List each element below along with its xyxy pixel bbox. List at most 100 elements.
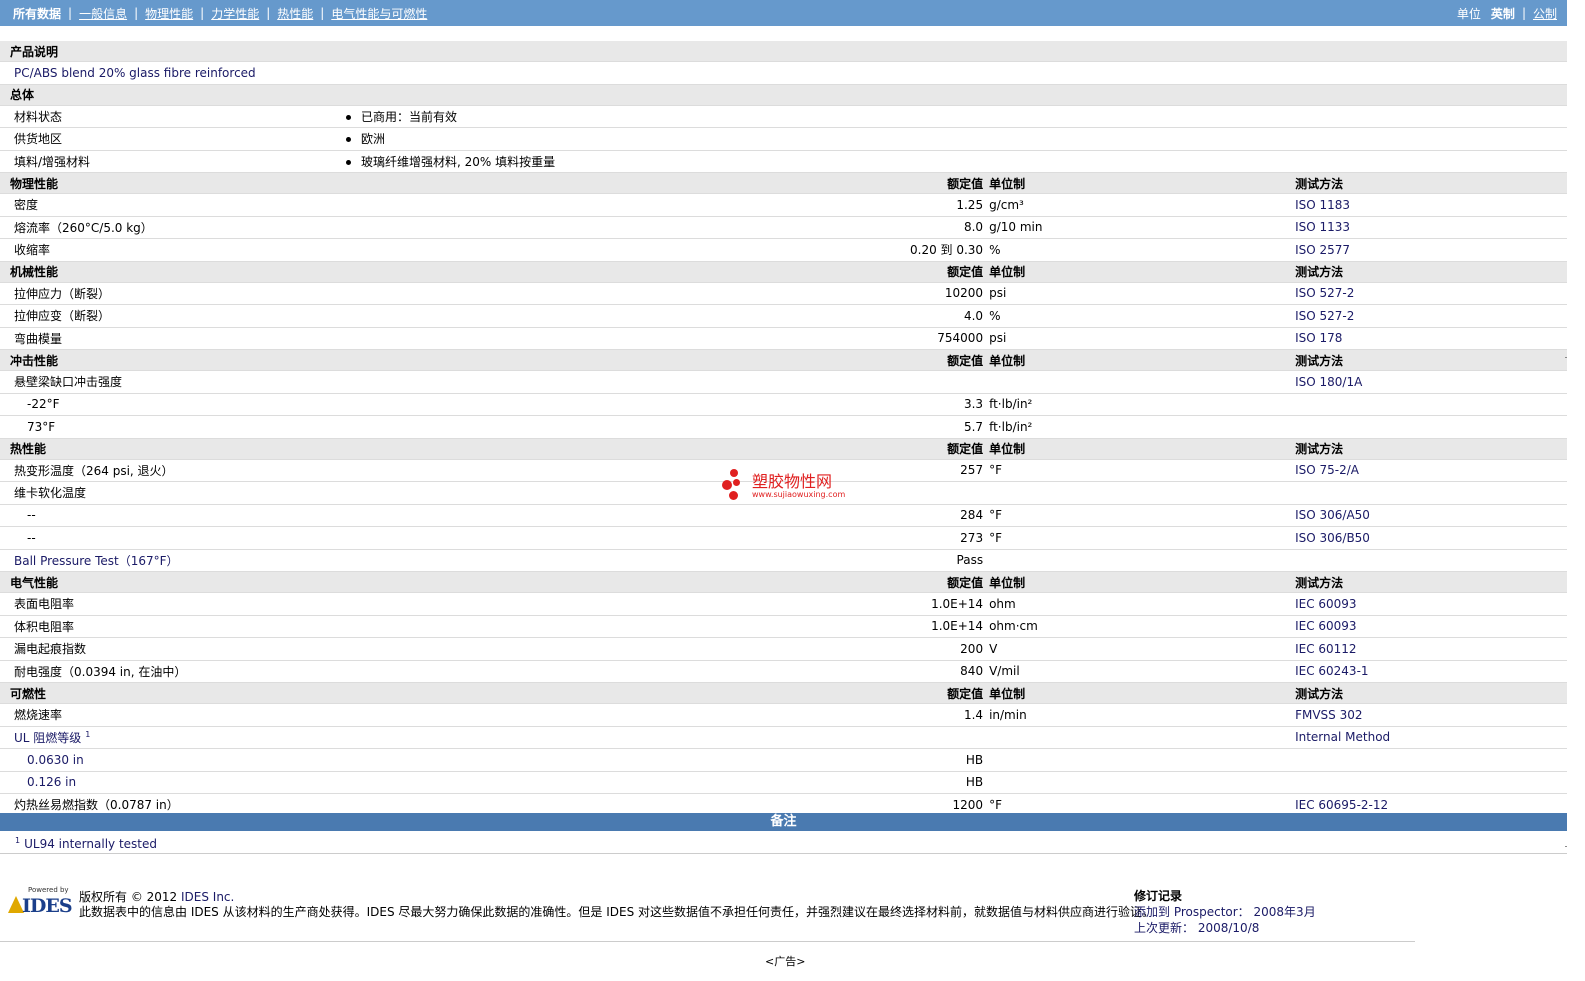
table-row: 悬壁梁缺口冲击强度 ISO 180/1A bbox=[0, 370, 1567, 394]
col-header-unit: 单位制 bbox=[989, 261, 1296, 283]
row-unit bbox=[989, 481, 1296, 505]
tab-physical[interactable]: 物理性能 bbox=[145, 5, 193, 22]
section-header: 总体 bbox=[0, 84, 1567, 106]
section-title: 物理性能 bbox=[0, 172, 910, 194]
row-label: 漏电起痕指数 bbox=[0, 637, 332, 661]
bullet-icon bbox=[346, 137, 351, 143]
row-value: 10200 bbox=[910, 282, 990, 305]
ad-placeholder[interactable]: <广告> bbox=[765, 953, 805, 969]
col-header-unit: 单位制 bbox=[989, 682, 1296, 704]
table-row: -22°F 3.3 ft·lb/in² bbox=[0, 393, 1567, 416]
row-label: 燃烧速率 bbox=[0, 703, 332, 727]
row-value: 8.0 bbox=[910, 216, 990, 239]
table-row: 漏电起痕指数 200 V IEC 60112 bbox=[0, 637, 1567, 661]
row-label: 弯曲模量 bbox=[0, 327, 332, 350]
row-unit: psi bbox=[989, 327, 1296, 350]
row-method: ISO 1183 bbox=[1295, 193, 1567, 217]
ides-logo[interactable]: Powered by IDES bbox=[8, 886, 73, 918]
col-header-method: 测试方法 bbox=[1295, 571, 1567, 593]
units-label: 单位 bbox=[1456, 6, 1481, 21]
tab-general-info[interactable]: 一般信息 bbox=[79, 5, 127, 22]
row-value: 1.0E+14 bbox=[910, 592, 990, 616]
row-unit: % bbox=[989, 304, 1296, 328]
row-value: 273 bbox=[910, 526, 990, 550]
section-header: 电气性能 额定值 单位制 测试方法 bbox=[0, 571, 1567, 593]
copyright-text: 版权所有 © 2012 bbox=[79, 890, 181, 904]
row-unit: % bbox=[989, 238, 1296, 262]
row-unit: g/10 min bbox=[989, 216, 1296, 239]
row-value: 1.25 bbox=[910, 193, 990, 217]
unit-metric-link[interactable]: 公制 bbox=[1533, 5, 1557, 22]
ides-link[interactable]: IDES Inc. bbox=[181, 890, 234, 904]
table-row: 弯曲模量 754000 psi ISO 178 bbox=[0, 327, 1567, 350]
row-value: 754000 bbox=[910, 327, 990, 350]
footnote-text: UL94 internally tested bbox=[24, 837, 157, 851]
revision-history: 修订记录 添加到 Prospector： 2008年3月 上次更新： 2008/… bbox=[1134, 888, 1316, 936]
row-value: 已商用：当前有效 bbox=[361, 109, 458, 124]
watermark-name: 塑胶物性网 bbox=[752, 472, 833, 491]
col-header-value: 额定值 bbox=[910, 261, 990, 283]
section-header: 可燃性 额定值 单位制 测试方法 bbox=[0, 682, 1567, 704]
col-header-method: 测试方法 bbox=[1295, 438, 1567, 460]
table-row: 收缩率 0.20 到 0.30% ISO 2577 bbox=[0, 238, 1567, 262]
table-row: 73°F 5.7 ft·lb/in² bbox=[0, 415, 1567, 439]
row-label: 填料/增强材料 bbox=[0, 150, 332, 173]
row-label: 0.126 in bbox=[0, 771, 332, 794]
row-value: 4.0 bbox=[910, 304, 990, 328]
added-label: 添加到 Prospector： bbox=[1134, 905, 1250, 919]
tab-electrical-flammability[interactable]: 电气性能与可燃性 bbox=[331, 5, 427, 22]
unit-switcher: 单位 英制 | 公制 bbox=[1456, 5, 1557, 22]
row-method: ISO 2577 bbox=[1295, 238, 1567, 262]
footnote: 1 UL94 internally tested bbox=[15, 836, 157, 851]
section-header: 物理性能 额定值 单位制 测试方法 bbox=[0, 172, 1567, 194]
top-nav-bar: 所有数据 | 一般信息 | 物理性能 | 力学性能 | 热性能 | 电气性能与可燃性 单位… bbox=[0, 0, 1567, 26]
row-method bbox=[1295, 393, 1567, 416]
table-row: 拉伸应力（断裂） 10200 psi ISO 527-2 bbox=[0, 282, 1567, 305]
col-header-value: 额定值 bbox=[910, 172, 990, 194]
row-value: 1.0E+14 bbox=[910, 615, 990, 638]
table-row: 体积电阻率 1.0E+14 ohm·cm IEC 60093 bbox=[0, 615, 1567, 638]
footnote-ref[interactable]: 1 bbox=[85, 730, 90, 739]
row-method: ISO 527-2 bbox=[1295, 304, 1567, 328]
section-title: 产品说明 bbox=[0, 41, 1567, 62]
row-unit bbox=[989, 748, 1296, 772]
col-header-unit: 单位制 bbox=[989, 571, 1296, 593]
row-method bbox=[1295, 771, 1567, 794]
table-row: 表面电阻率 1.0E+14 ohm IEC 60093 bbox=[0, 592, 1567, 616]
notes-header: 备注 bbox=[0, 813, 1567, 831]
table-row: 耐电强度（0.0394 in, 在油中） 840 V/mil IEC 60243-1 bbox=[0, 660, 1567, 683]
tab-thermal[interactable]: 热性能 bbox=[277, 5, 313, 22]
row-label: 体积电阻率 bbox=[0, 615, 332, 638]
row-value: 1.4 bbox=[910, 703, 990, 727]
row-method bbox=[1295, 549, 1567, 572]
table-row: 填料/增强材料 玻璃纤维增强材料, 20% 填料按重量 bbox=[0, 150, 1567, 173]
row-unit: ohm·cm bbox=[989, 615, 1296, 638]
row-label: UL 阻燃等级 bbox=[14, 730, 82, 745]
table-row: 供货地区 欧洲 bbox=[0, 127, 1567, 151]
tab-mechanical[interactable]: 力学性能 bbox=[211, 5, 259, 22]
row-value: 840 bbox=[910, 660, 990, 683]
row-unit bbox=[989, 370, 1296, 394]
unit-english[interactable]: 英制 bbox=[1491, 5, 1515, 22]
row-label: Ball Pressure Test（167°F） bbox=[0, 549, 332, 572]
bullet-icon bbox=[346, 159, 351, 165]
row-value: HB bbox=[910, 771, 990, 794]
row-label: 73°F bbox=[0, 415, 332, 439]
row-method bbox=[1295, 415, 1567, 439]
row-unit: psi bbox=[989, 282, 1296, 305]
col-header-method: 测试方法 bbox=[1295, 172, 1567, 194]
col-header-unit: 单位制 bbox=[989, 172, 1296, 194]
col-header-method: 测试方法 bbox=[1295, 682, 1567, 704]
tab-all-data[interactable]: 所有数据 bbox=[13, 5, 61, 22]
col-header-method: 测试方法 bbox=[1295, 349, 1567, 371]
section-title: 电气性能 bbox=[0, 571, 910, 593]
row-value: 3.3 bbox=[910, 393, 990, 416]
row-value: 0.20 到 0.30 bbox=[910, 238, 990, 262]
row-value: 257 bbox=[910, 459, 990, 482]
col-header-unit: 单位制 bbox=[989, 349, 1296, 371]
col-header-value: 额定值 bbox=[910, 682, 990, 704]
row-unit bbox=[989, 771, 1296, 794]
datasheet-table: 产品说明 PC/ABS blend 20% glass fibre reinfo… bbox=[0, 41, 1567, 817]
section-header: 机械性能 额定值 单位制 测试方法 bbox=[0, 261, 1567, 283]
row-value: 欧洲 bbox=[361, 132, 386, 147]
